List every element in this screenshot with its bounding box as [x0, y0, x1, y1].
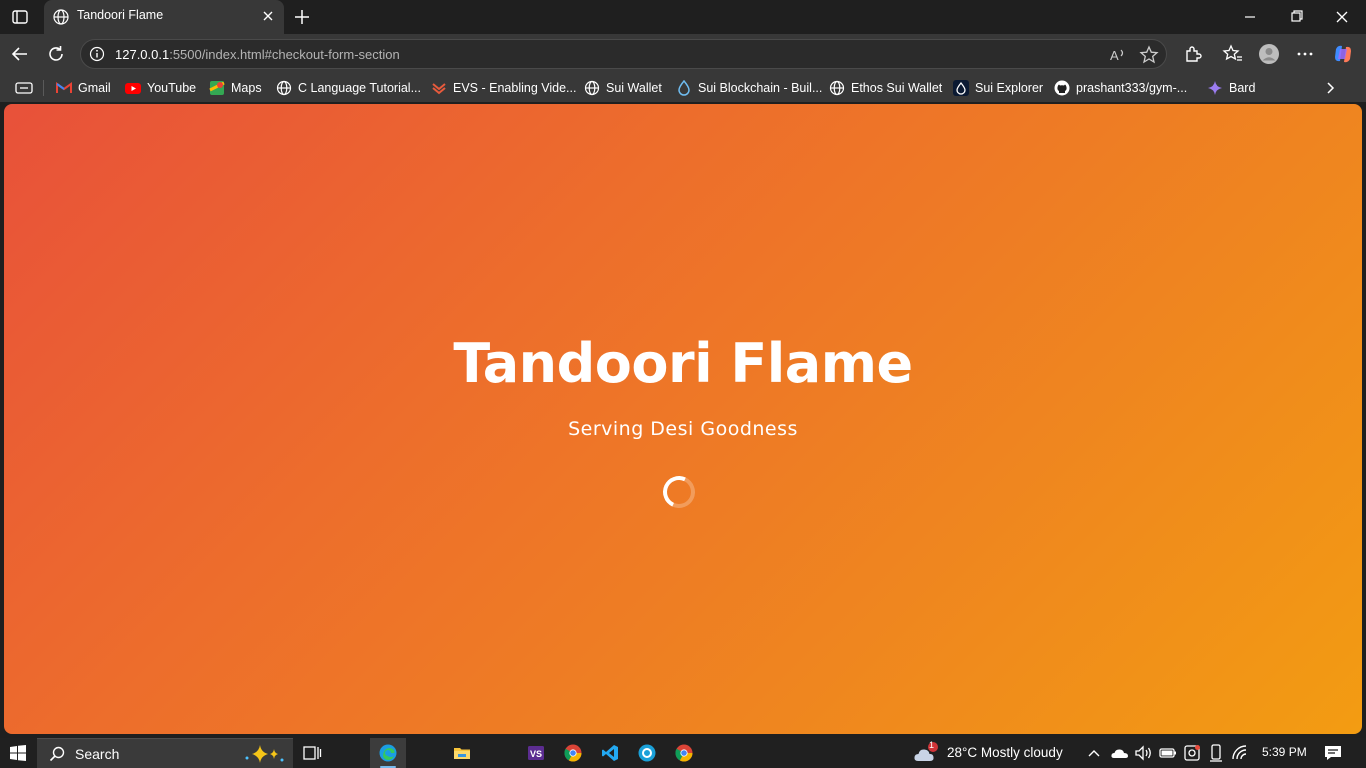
favorite-label: Maps	[231, 81, 262, 95]
favorite-label: Gmail	[78, 81, 111, 95]
favorite-label: Sui Explorer	[975, 81, 1044, 95]
favorite-label: prashant333/gym-...	[1076, 81, 1188, 95]
edge-icon[interactable]	[378, 743, 398, 763]
read-aloud-icon[interactable]: A	[1108, 45, 1128, 65]
favorites-divider	[43, 80, 44, 96]
youtube-icon	[125, 83, 141, 94]
task-view-icon[interactable]	[302, 743, 322, 763]
globe-icon	[584, 80, 600, 96]
copilot-icon[interactable]	[1332, 43, 1354, 65]
favorite-gmail[interactable]: Gmail	[56, 79, 111, 97]
globe-icon	[53, 9, 69, 25]
weather-cloud-icon[interactable]	[913, 741, 941, 765]
loading-spinner	[658, 471, 700, 513]
wifi-icon[interactable]	[1230, 743, 1250, 763]
github-icon	[1054, 80, 1070, 96]
favorite-c-language[interactable]: C Language Tutorial...	[276, 79, 421, 97]
battery-icon[interactable]	[1158, 743, 1178, 763]
url-host: 127.0.0.1	[115, 47, 170, 62]
favorites-bar: Gmail YouTube Maps C Language Tutorial..…	[0, 74, 1366, 102]
globe-icon	[829, 80, 845, 96]
url-text[interactable]: 127.0.0.1:5500/index.html#checkout-form-…	[115, 47, 400, 62]
windows-start-icon[interactable]	[9, 744, 27, 762]
refresh-icon[interactable]	[45, 43, 67, 65]
favorite-label: Sui Blockchain - Buil...	[698, 81, 823, 95]
search-label: Search	[75, 746, 120, 762]
chevron-right-icon[interactable]	[1322, 80, 1338, 96]
favorite-github[interactable]: prashant333/gym-...	[1054, 79, 1187, 97]
weather-badge: 1	[929, 740, 935, 750]
notification-center-icon[interactable]	[1323, 743, 1343, 763]
weather-text[interactable]: 28°C Mostly cloudy	[947, 745, 1063, 760]
tab-strip: Tandoori Flame	[0, 0, 1366, 34]
vscode-icon[interactable]	[600, 743, 620, 763]
site-info-icon[interactable]	[89, 46, 105, 62]
favorite-label: EVS - Enabling Vide...	[453, 81, 577, 95]
favorites-icon[interactable]	[1222, 43, 1244, 65]
sui-drop-icon	[678, 80, 690, 96]
favorite-sui-blockchain[interactable]: Sui Blockchain - Buil...	[676, 79, 822, 97]
favorite-sui-explorer[interactable]: Sui Explorer	[953, 79, 1043, 97]
search-icon	[49, 746, 65, 762]
sui-drop-icon	[953, 80, 969, 96]
url-path: :5500/index.html#checkout-form-section	[169, 47, 400, 62]
phone-link-icon[interactable]	[1206, 743, 1226, 763]
more-menu-icon[interactable]	[1294, 43, 1316, 65]
clock[interactable]: 5:39 PM	[1262, 745, 1307, 759]
favorite-youtube[interactable]: YouTube	[125, 79, 196, 97]
back-icon[interactable]	[9, 43, 31, 65]
favorite-label: Bard	[1229, 81, 1256, 95]
tablet-icon[interactable]	[15, 80, 33, 96]
tab-active[interactable]: Tandoori Flame	[44, 0, 284, 34]
bard-icon	[1208, 81, 1222, 95]
taskbar-search[interactable]: Search	[37, 738, 293, 768]
favorite-maps[interactable]: Maps	[209, 79, 262, 97]
onedrive-icon[interactable]	[1110, 743, 1130, 763]
tab-actions-icon[interactable]	[10, 7, 30, 27]
loading-screen: Tandoori Flame Serving Desi Goodness	[4, 104, 1362, 734]
favorite-sui-wallet[interactable]: Sui Wallet	[584, 79, 662, 97]
evs-icon	[432, 83, 446, 95]
favorite-label: Sui Wallet	[606, 81, 662, 95]
favorite-star-icon[interactable]	[1139, 45, 1159, 65]
close-window-icon[interactable]	[1319, 5, 1365, 29]
gmail-icon	[56, 82, 72, 93]
page-title: Tandoori Flame	[453, 332, 913, 395]
favorite-bard[interactable]: Bard	[1207, 79, 1255, 97]
favorite-evs[interactable]: EVS - Enabling Vide...	[431, 79, 576, 97]
volume-icon[interactable]	[1134, 743, 1154, 763]
new-tab-icon[interactable]	[292, 7, 312, 27]
globe-icon	[276, 80, 292, 96]
taskbar: Search VS 1 28°C Mostly cloudy 5:39 PM	[0, 738, 1366, 768]
favorite-label: Ethos Sui Wallet	[851, 81, 943, 95]
favorite-ethos[interactable]: Ethos Sui Wallet	[829, 79, 942, 97]
tab-title: Tandoori Flame	[77, 8, 164, 22]
file-explorer-icon[interactable]	[452, 743, 472, 763]
chrome-icon[interactable]	[563, 743, 583, 763]
chrome-profile-icon[interactable]	[674, 743, 694, 763]
address-bar[interactable]: 127.0.0.1:5500/index.html#checkout-form-…	[80, 39, 1167, 69]
system-update-icon[interactable]	[1182, 743, 1202, 763]
restore-icon[interactable]	[1273, 5, 1319, 29]
minimize-icon[interactable]	[1227, 5, 1273, 29]
maps-icon	[209, 81, 225, 95]
chevron-up-icon[interactable]	[1087, 743, 1101, 763]
extensions-icon[interactable]	[1182, 43, 1204, 65]
page-subtitle: Serving Desi Goodness	[568, 418, 798, 440]
svg-text:VS: VS	[530, 749, 542, 759]
favorite-label: YouTube	[147, 81, 197, 95]
copilot-app-icon[interactable]	[637, 743, 657, 763]
svg-text:A: A	[1110, 48, 1119, 63]
navigation-bar: 127.0.0.1:5500/index.html#checkout-form-…	[0, 34, 1366, 74]
sparkle-icon	[245, 745, 284, 763]
close-tab-icon[interactable]	[260, 8, 276, 24]
visual-studio-icon[interactable]: VS	[526, 743, 546, 763]
favorite-label: C Language Tutorial...	[298, 81, 421, 95]
profile-avatar-icon[interactable]	[1258, 43, 1280, 65]
